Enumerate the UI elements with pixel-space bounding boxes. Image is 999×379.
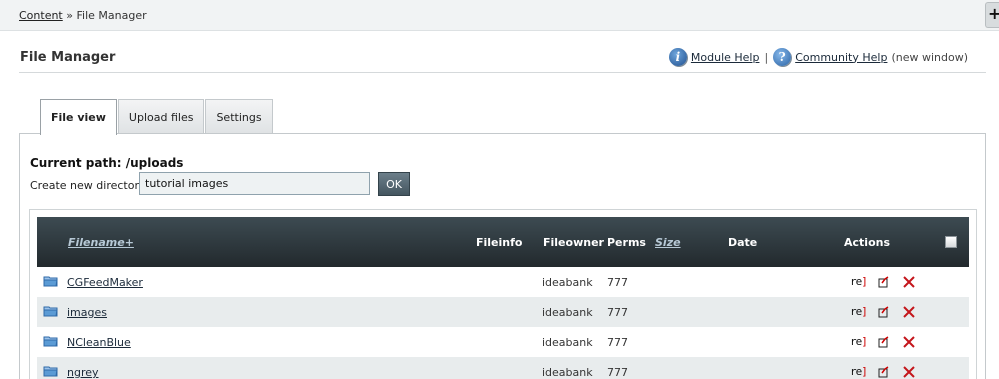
tab-settings[interactable]: Settings bbox=[205, 99, 273, 134]
module-help-link[interactable]: Module Help bbox=[691, 51, 760, 64]
file-owner: ideabank bbox=[542, 306, 593, 319]
new-directory-input[interactable] bbox=[139, 172, 370, 195]
info-icon: i bbox=[668, 48, 687, 66]
folder-icon bbox=[43, 336, 58, 347]
page-title: File Manager bbox=[20, 50, 116, 65]
rename-action-text: re bbox=[850, 275, 862, 288]
table-row: CGFeedMaker ideabank 777 re] bbox=[37, 267, 969, 297]
tab-bar: File view Upload files Settings bbox=[40, 99, 274, 135]
file-perms: 777 bbox=[607, 336, 628, 349]
breadcrumb-content-link[interactable]: Content bbox=[19, 9, 63, 22]
delete-icon[interactable] bbox=[902, 305, 916, 319]
file-perms: 777 bbox=[607, 276, 628, 289]
breadcrumb-separator: » bbox=[66, 9, 73, 22]
filename-column-header[interactable]: Filename+ bbox=[68, 236, 134, 249]
folder-icon bbox=[43, 276, 58, 287]
file-owner: ideabank bbox=[542, 366, 593, 379]
help-icon: ? bbox=[773, 48, 792, 66]
rename-action-text: re bbox=[850, 305, 862, 318]
table-row: NCleanBlue ideabank 777 re] bbox=[37, 327, 969, 357]
permissions-icon[interactable] bbox=[878, 366, 890, 378]
file-name-link[interactable]: images bbox=[67, 306, 107, 319]
title-divider bbox=[19, 72, 986, 73]
current-path-label: Current path: bbox=[30, 156, 122, 170]
breadcrumb-current: File Manager bbox=[76, 9, 147, 22]
fileowner-column-header: Fileowner bbox=[543, 236, 604, 249]
rename-action-mark: ] bbox=[861, 305, 868, 318]
new-directory-label: Create new directory: bbox=[30, 179, 149, 192]
tab-file-view[interactable]: File view bbox=[40, 99, 117, 135]
rename-action[interactable]: re] bbox=[850, 305, 868, 318]
new-window-note: (new window) bbox=[891, 50, 968, 64]
community-help-link[interactable]: Community Help bbox=[795, 51, 887, 64]
create-directory-ok-button[interactable]: OK bbox=[378, 172, 410, 196]
file-table-header: Filename+ Fileinfo Fileowner Perms Size … bbox=[37, 217, 969, 267]
rename-action-mark: ] bbox=[861, 335, 868, 348]
folder-icon bbox=[43, 306, 58, 317]
rename-action[interactable]: re] bbox=[850, 275, 868, 288]
breadcrumb: Content » File Manager bbox=[19, 9, 147, 22]
perms-column-header: Perms bbox=[607, 236, 646, 249]
actions-column-header: Actions bbox=[844, 236, 890, 249]
permissions-icon[interactable] bbox=[878, 336, 890, 348]
date-column-header: Date bbox=[728, 236, 758, 249]
table-row: images ideabank 777 re] bbox=[37, 297, 969, 327]
select-all-checkbox[interactable] bbox=[945, 236, 957, 248]
rename-action-mark: ] bbox=[861, 275, 868, 288]
top-bar: Content » File Manager + bbox=[0, 0, 999, 31]
rename-action[interactable]: re] bbox=[850, 335, 868, 348]
rename-action-text: re bbox=[850, 335, 862, 348]
rename-action-text: re bbox=[850, 365, 862, 378]
current-path-value: /uploads bbox=[125, 156, 184, 170]
delete-icon[interactable] bbox=[902, 335, 916, 349]
file-name-link[interactable]: NCleanBlue bbox=[67, 336, 131, 349]
current-path: Current path: /uploads bbox=[30, 156, 183, 170]
file-perms: 777 bbox=[607, 306, 628, 319]
rename-action-mark: ] bbox=[861, 365, 868, 378]
fileinfo-column-header: Fileinfo bbox=[476, 236, 523, 249]
permissions-icon[interactable] bbox=[878, 306, 890, 318]
permissions-icon[interactable] bbox=[878, 276, 890, 288]
delete-icon[interactable] bbox=[902, 365, 916, 379]
expand-button[interactable]: + bbox=[985, 2, 999, 28]
table-row: ngrey ideabank 777 re] bbox=[37, 357, 969, 379]
file-owner: ideabank bbox=[542, 276, 593, 289]
tab-upload-files[interactable]: Upload files bbox=[117, 99, 205, 134]
size-column-header[interactable]: Size bbox=[655, 236, 681, 249]
rename-action[interactable]: re] bbox=[850, 365, 868, 378]
folder-icon bbox=[43, 366, 58, 377]
file-perms: 777 bbox=[607, 366, 628, 379]
file-owner: ideabank bbox=[542, 336, 593, 349]
delete-icon[interactable] bbox=[902, 275, 916, 289]
file-name-link[interactable]: ngrey bbox=[67, 366, 99, 379]
help-links: i Module Help | ? Community Help (new wi… bbox=[668, 48, 968, 66]
help-separator: | bbox=[764, 50, 769, 64]
file-name-link[interactable]: CGFeedMaker bbox=[67, 276, 143, 289]
